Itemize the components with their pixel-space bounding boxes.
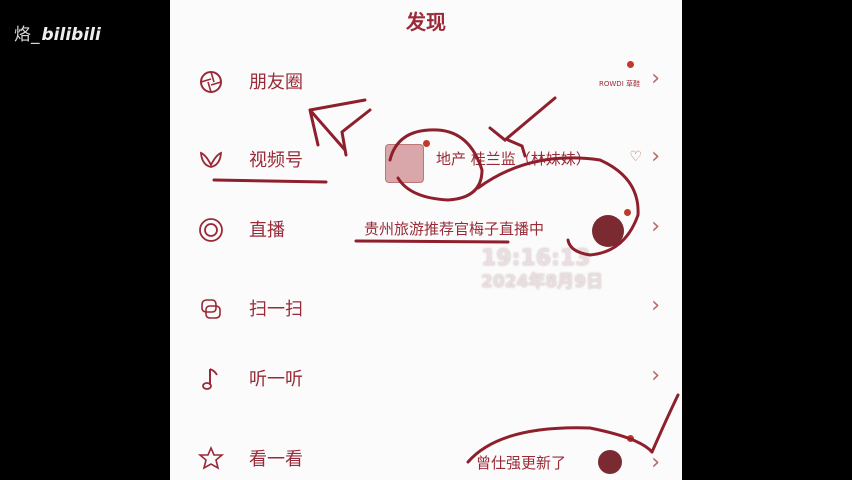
scan-icon <box>201 299 221 319</box>
overlay-date: 2024年8月9日 <box>481 272 603 292</box>
channels-icon <box>199 151 223 168</box>
listen-icon <box>202 368 218 390</box>
chevron-right-icon: › <box>651 214 660 239</box>
chevron-right-icon: › <box>651 293 660 318</box>
unread-badge <box>627 61 634 68</box>
chevron-right-icon: › <box>651 144 660 169</box>
row-live[interactable]: 直播 贵州旅游推荐官梅子直播中 › <box>170 203 682 263</box>
overlay-time: 19:16:13 <box>481 246 591 271</box>
look-avatar <box>598 450 622 474</box>
row-moments[interactable]: 朋友圈 ROWDI 草鞋 › <box>170 55 682 115</box>
unread-badge <box>423 140 430 147</box>
heart-icon: ♡ <box>629 149 642 165</box>
channels-preview: 地产 桂兰监（林妹妹） <box>436 150 591 168</box>
live-preview: 贵州旅游推荐官梅子直播中 <box>364 220 545 238</box>
channels-thumbnail <box>385 144 424 183</box>
row-scan[interactable]: 扫一扫 › <box>170 282 682 342</box>
chevron-right-icon: › <box>651 450 660 475</box>
timestamp-overlay: 19:16:13 2024年8月9日 <box>481 247 603 293</box>
moments-icon <box>200 71 222 93</box>
row-label: 朋友圈 <box>249 72 303 93</box>
row-label: 听一听 <box>249 369 303 390</box>
look-preview: 曾仕强更新了 <box>476 454 567 472</box>
chevron-right-icon: › <box>651 363 660 388</box>
watermark-brand: bilibili <box>41 25 101 45</box>
page-title: 发现 <box>406 10 446 34</box>
row-label: 直播 <box>249 220 285 241</box>
bilibili-watermark: 烙_ bilibili <box>14 20 101 45</box>
unread-badge <box>627 435 634 442</box>
row-listen[interactable]: 听一听 › <box>170 352 682 412</box>
row-label: 视频号 <box>249 150 303 171</box>
live-avatar <box>592 215 624 247</box>
chevron-right-icon: › <box>651 66 660 91</box>
row-label: 扫一扫 <box>249 299 303 320</box>
watermark-handle: 烙_ <box>14 25 40 45</box>
row-label: 看一看 <box>249 449 303 470</box>
discover-screen: 发现 朋友圈 ROWDI 草鞋 › 视频号 地产 桂兰监（林妹妹） ♡ › 直播… <box>170 0 682 480</box>
row-channels[interactable]: 视频号 地产 桂兰监（林妹妹） ♡ › <box>170 133 682 193</box>
live-icon <box>199 218 223 242</box>
moments-preview-thumb: ROWDI 草鞋 <box>599 80 640 88</box>
live-badge <box>624 209 631 216</box>
row-look[interactable]: 看一看 曾仕强更新了 › <box>170 432 682 480</box>
look-icon <box>198 446 224 470</box>
